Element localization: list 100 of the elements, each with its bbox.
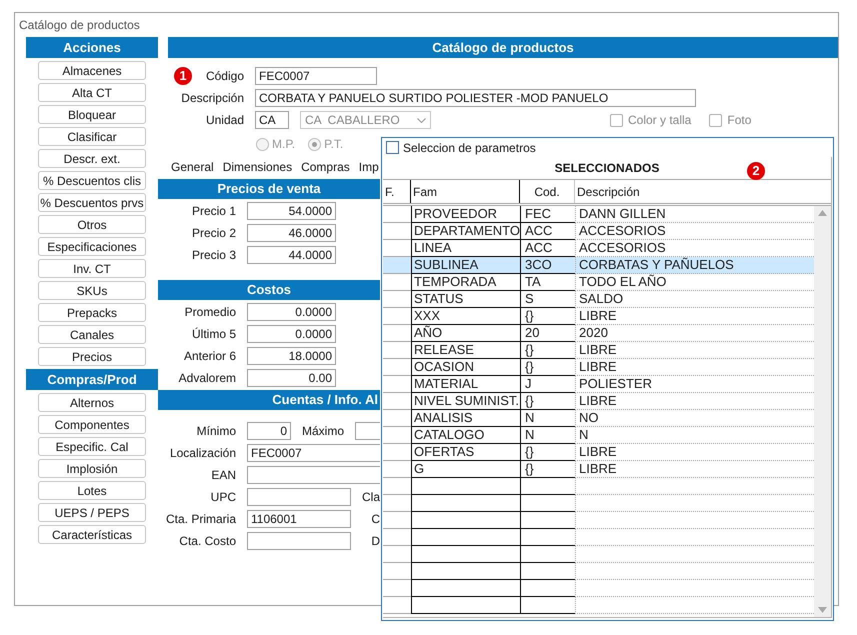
field-label: Código: [206, 68, 244, 85]
table-cell-text: N: [579, 426, 588, 444]
table-cell-text: TODO EL AÑO: [579, 273, 666, 292]
radio-button[interactable]: [256, 138, 269, 150]
table-row[interactable]: NIVEL SUMINIST. {} LIBRE: [383, 393, 814, 410]
table-cell-text: {}: [525, 460, 534, 478]
table-row[interactable]: STATUS S SALDO: [383, 291, 814, 308]
tab[interactable]: Dimensiones: [222, 158, 292, 176]
radio-button[interactable]: [308, 138, 322, 150]
input-field[interactable]: FEC0007: [255, 67, 377, 85]
scrollbar[interactable]: [814, 206, 831, 617]
table-cell-text: LIBRE: [579, 341, 617, 360]
input-field[interactable]: FEC0007: [247, 444, 380, 462]
checkbox[interactable]: [610, 114, 623, 126]
table-cell-text: CATALOGO: [414, 426, 484, 444]
table-cell-text: FEC: [525, 206, 551, 224]
action-button[interactable]: Componentes: [38, 415, 146, 434]
field-label: Precio 1: [192, 203, 236, 220]
table-row[interactable]: LINEA ACC ACCESORIOS: [383, 240, 814, 257]
input-field[interactable]: 0.0000: [247, 303, 336, 321]
field-label: Advalorem: [178, 370, 236, 387]
table-row[interactable]: ANALISIS N NO: [383, 410, 814, 427]
table-cell-text: ACC: [525, 239, 552, 258]
table-cell-text: {}: [525, 443, 534, 462]
field-label: C: [371, 511, 380, 528]
action-button[interactable]: Bloquear: [38, 105, 146, 124]
table-row[interactable]: AÑO 20 2020: [383, 325, 814, 342]
table-cell-text: DEPARTAMENTO: [414, 222, 520, 240]
table-cell-text: NIVEL SUMINIST.: [414, 392, 519, 410]
table-row[interactable]: TEMPORADA TA TODO EL AÑO: [383, 274, 814, 291]
action-button[interactable]: Características: [38, 525, 146, 544]
column-header[interactable]: Cod.: [534, 182, 560, 200]
checkbox-label: Foto: [727, 112, 752, 129]
action-button[interactable]: Canales: [38, 325, 146, 344]
input-field[interactable]: [247, 488, 351, 506]
action-button[interactable]: Alta CT: [38, 83, 146, 102]
scroll-up-icon[interactable]: [818, 210, 827, 216]
table-cell-text: {}: [525, 341, 534, 360]
table-cell: [520, 580, 575, 597]
field-label: Máximo: [302, 423, 344, 440]
input-field[interactable]: CA: [255, 111, 289, 129]
input-field[interactable]: 46.0000: [247, 224, 336, 242]
action-button[interactable]: Especificaciones: [38, 237, 146, 256]
table-row[interactable]: CATALOGO N N: [383, 427, 814, 444]
table-cell-text: OFERTAS: [414, 443, 474, 462]
input-field[interactable]: 0.0000: [247, 325, 336, 343]
input-field[interactable]: 1106001: [247, 510, 351, 528]
table-row[interactable]: RELEASE {} LIBRE: [383, 342, 814, 359]
table-row[interactable]: OFERTAS {} LIBRE: [383, 444, 814, 461]
checkbox[interactable]: [709, 114, 722, 126]
action-button[interactable]: SKUs: [38, 281, 146, 300]
input-field[interactable]: [247, 532, 351, 550]
table-cell: [520, 563, 575, 580]
action-button[interactable]: Prepacks: [38, 303, 146, 322]
input-field[interactable]: 44.0000: [247, 246, 336, 264]
action-button[interactable]: UEPS / PEPS: [38, 503, 146, 522]
tab[interactable]: Compras: [301, 158, 350, 176]
tab[interactable]: General: [171, 158, 214, 176]
table-row[interactable]: G {} LIBRE: [383, 461, 814, 478]
table-row[interactable]: MATERIAL J POLIESTER: [383, 376, 814, 393]
table-cell-text: LIBRE: [579, 392, 617, 410]
tab[interactable]: Imp: [358, 158, 379, 176]
table-row[interactable]: SUBLINEA 3CO CORBATAS Y PAÑUELOS: [383, 257, 814, 274]
table-cell-text: 2020: [579, 324, 608, 342]
input-field[interactable]: CORBATA Y PANUELO SURTIDO POLIESTER -MOD PANUELO: [255, 89, 696, 107]
column-header[interactable]: F.: [385, 182, 394, 200]
action-button[interactable]: Lotes: [38, 481, 146, 500]
input-field[interactable]: 18.0000: [247, 347, 336, 365]
input-field[interactable]: 54.0000: [247, 202, 336, 220]
input-field[interactable]: 0.00: [247, 369, 336, 387]
column-header[interactable]: Fam: [413, 182, 437, 200]
input-field[interactable]: 0: [247, 422, 291, 440]
table-row[interactable]: PROVEEDOR FEC DANN GILLEN: [383, 206, 814, 223]
table-row[interactable]: OCASION {} LIBRE: [383, 359, 814, 376]
table-row[interactable]: XXX {} LIBRE: [383, 308, 814, 325]
table-heading: SELECCIONADOS: [554, 160, 660, 177]
table-row[interactable]: DEPARTAMENTO ACC ACCESORIOS: [383, 223, 814, 240]
field-label: Mínimo: [196, 423, 236, 440]
action-button[interactable]: Especific. Cal: [38, 437, 146, 456]
action-button[interactable]: Clasificar: [38, 127, 146, 146]
column-header[interactable]: Descripción: [577, 182, 640, 200]
scroll-down-icon[interactable]: [818, 607, 827, 613]
action-button[interactable]: Precios: [38, 347, 146, 366]
table-cell-text: POLIESTER: [579, 375, 652, 394]
unit-dropdown[interactable]: CA CABALLERO: [300, 111, 431, 129]
action-button[interactable]: Implosión: [38, 459, 146, 478]
action-button[interactable]: Inv. CT: [38, 259, 146, 278]
field-label: Precio 3: [192, 247, 236, 264]
table-cell-text: 3CO: [525, 256, 552, 274]
chevron-down-icon: [417, 118, 426, 122]
field-label: Cta. Primaria: [166, 511, 236, 528]
table-cell-text: N: [525, 409, 534, 428]
action-button[interactable]: % Descuentos clis: [38, 171, 146, 190]
action-button[interactable]: Alternos: [38, 393, 146, 412]
action-button[interactable]: Otros: [38, 215, 146, 234]
table-cell-text: ACCESORIOS: [579, 239, 666, 258]
action-button[interactable]: Almacenes: [38, 61, 146, 80]
window-title: Catálogo de productos: [19, 17, 140, 34]
action-button[interactable]: % Descuentos prvs: [38, 193, 146, 212]
action-button[interactable]: Descr. ext.: [38, 149, 146, 168]
